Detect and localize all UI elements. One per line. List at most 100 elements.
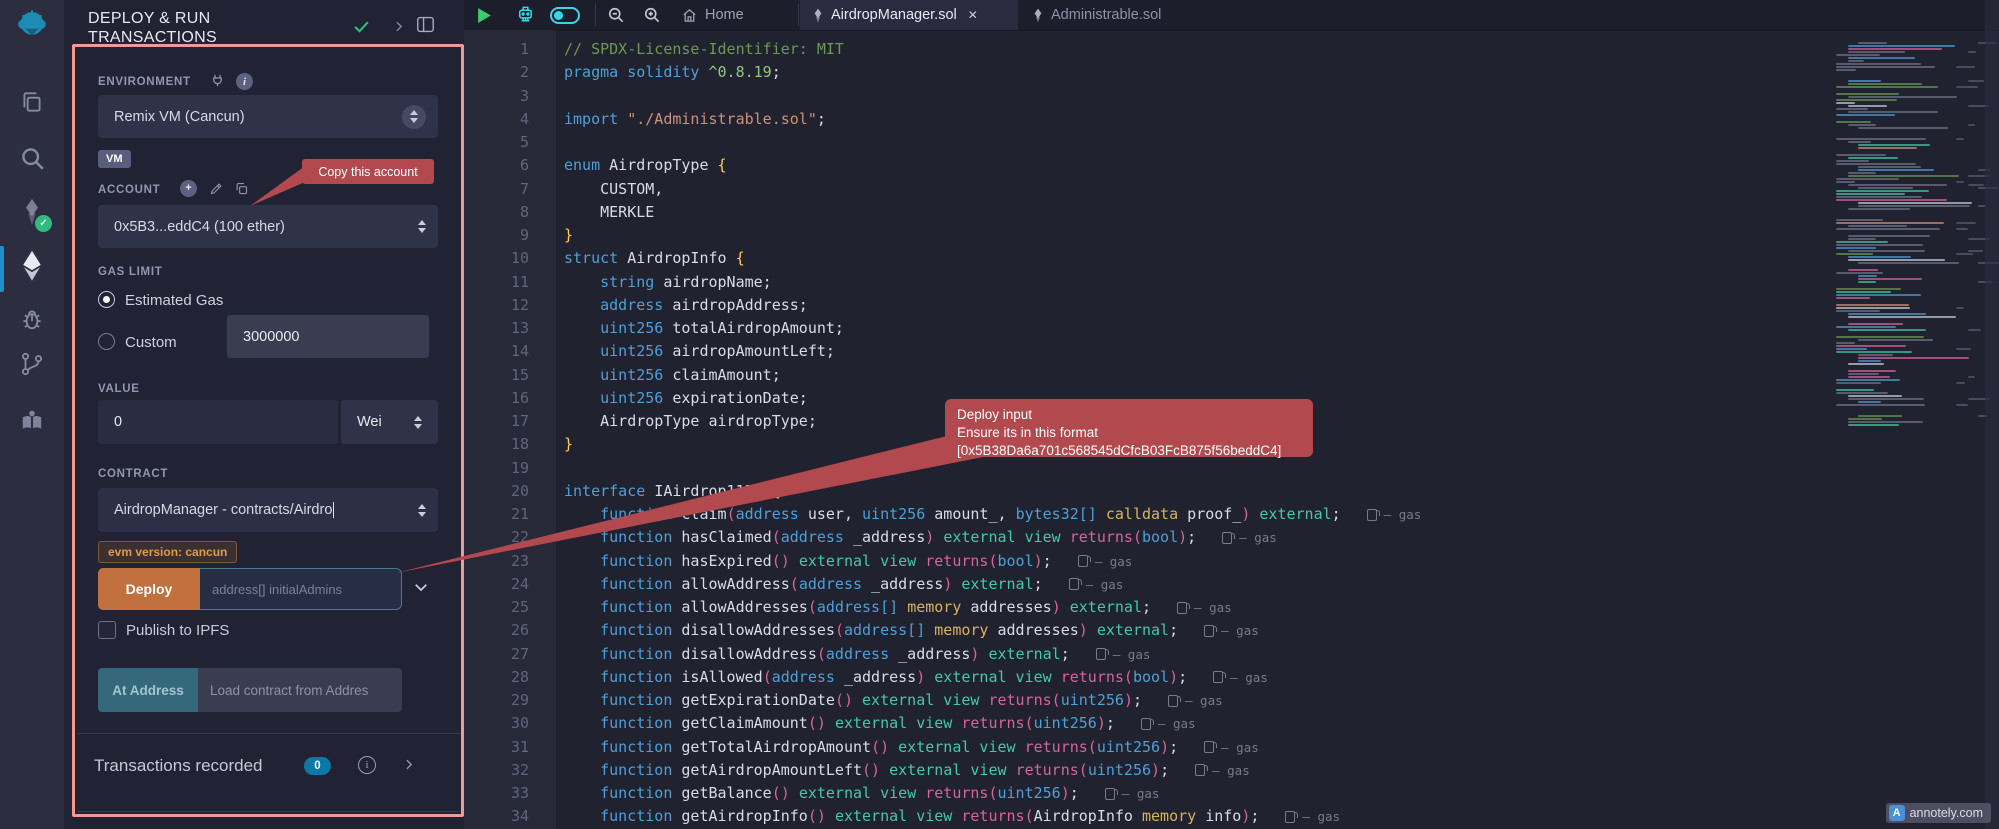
zoom-out-icon[interactable]	[606, 0, 626, 30]
tab-label: Home	[705, 7, 744, 23]
code-line: 30 function getClaimAmount() external vi…	[464, 712, 1839, 735]
zoom-in-icon[interactable]	[642, 0, 662, 30]
minimap[interactable]	[1832, 40, 1982, 430]
environment-stepper-icon[interactable]	[402, 105, 426, 129]
expand-params-chevron-icon[interactable]	[412, 578, 430, 596]
line-number: 13	[464, 317, 556, 340]
gas-estimate-hint: – gas	[1204, 736, 1259, 759]
at-address-button[interactable]: At Address	[98, 668, 198, 712]
code-line: 10struct AirdropInfo {	[464, 247, 1839, 270]
git-icon[interactable]	[19, 350, 45, 378]
contract-label: CONTRACT	[98, 468, 168, 480]
line-number: 14	[464, 340, 556, 363]
run-script-icon[interactable]	[477, 0, 492, 30]
gas-estimate-hint: – gas	[1141, 712, 1196, 735]
deploy-params-placeholder: address[] initialAdmins	[212, 582, 342, 597]
code-line: 1// SPDX-License-Identifier: MIT	[464, 38, 1839, 61]
deploy-params-input[interactable]: address[] initialAdmins	[200, 568, 402, 610]
unit-stepper-icon	[414, 416, 422, 429]
gas-estimate-hint: – gas	[1069, 573, 1124, 596]
text-cursor	[333, 502, 334, 518]
account-label: ACCOUNT	[98, 184, 160, 196]
close-tab-icon[interactable]: ✕	[968, 8, 978, 22]
code-line: 28 function isAllowed(address _address) …	[464, 666, 1839, 689]
collapse-chevron-icon[interactable]	[392, 20, 405, 38]
copy-account-icon[interactable]	[234, 181, 249, 196]
line-number: 24	[464, 573, 556, 596]
editor-tab[interactable]: Administrable.sol	[1020, 0, 1200, 30]
editor-tab[interactable]: AirdropManager.sol ✕	[800, 0, 1018, 30]
active-plugin-indicator	[0, 246, 4, 292]
line-number: 32	[464, 759, 556, 782]
annotation-deploy-input: Deploy input Ensure its in this format […	[945, 399, 1313, 457]
custom-gas-label: Custom	[125, 334, 177, 351]
custom-gas-input[interactable]: 3000000	[227, 315, 429, 358]
gas-pump-icon	[1367, 509, 1377, 521]
transactions-info-icon[interactable]	[358, 756, 376, 774]
gas-pump-icon	[1195, 764, 1205, 776]
publish-ipfs-checkbox[interactable]	[98, 621, 116, 639]
line-number: 1	[464, 38, 556, 61]
debugger-icon[interactable]	[19, 306, 45, 332]
code-line: 22 function hasClaimed(address _address)…	[464, 526, 1839, 549]
sign-message-icon[interactable]	[209, 181, 224, 196]
vm-badge: VM	[98, 150, 131, 168]
environment-select[interactable]: Remix VM (Cancun)	[98, 95, 438, 138]
code-line: 13 uint256 totalAirdropAmount;	[464, 317, 1839, 340]
contract-select[interactable]: AirdropManager - contracts/Airdro	[98, 488, 438, 532]
account-value: 0x5B3...eddC4 (100 ether)	[114, 219, 418, 235]
icon-rail: ✓	[0, 0, 64, 829]
at-address-placeholder: Load contract from Addres	[210, 683, 368, 698]
evm-version-badge: evm version: cancun	[98, 541, 237, 563]
annotation-line: Ensure its in this format	[957, 424, 1301, 442]
at-address-input[interactable]: Load contract from Addres	[198, 668, 402, 712]
line-number: 15	[464, 364, 556, 387]
line-number: 29	[464, 689, 556, 712]
add-account-icon[interactable]	[180, 180, 197, 197]
code-line: 14 uint256 airdropAmountLeft;	[464, 340, 1839, 363]
copilot-toggle[interactable]	[550, 0, 580, 30]
search-icon[interactable]	[18, 144, 47, 173]
gas-estimate-hint: – gas	[1096, 643, 1151, 666]
gas-pump-icon	[1285, 811, 1295, 823]
deploy-run-icon[interactable]	[18, 249, 46, 283]
annotation-copy-account: Copy this account	[302, 159, 434, 184]
code-line: 7 CUSTOM,	[464, 178, 1839, 201]
file-explorer-icon[interactable]	[19, 89, 45, 115]
line-number: 19	[464, 457, 556, 480]
code-line: 15 uint256 claimAmount;	[464, 364, 1839, 387]
gas-estimate-hint: – gas	[1177, 596, 1232, 619]
pin-panel-icon[interactable]	[416, 16, 435, 38]
gas-estimate-hint: – gas	[1168, 689, 1223, 712]
gas-estimate-hint: – gas	[1367, 503, 1422, 526]
plug-icon[interactable]	[210, 73, 225, 88]
environment-info-icon[interactable]	[236, 73, 253, 90]
line-number: 7	[464, 178, 556, 201]
account-select[interactable]: 0x5B3...eddC4 (100 ether)	[98, 205, 438, 248]
gas-pump-icon	[1105, 788, 1115, 800]
estimated-gas-label: Estimated Gas	[125, 292, 223, 309]
learneth-icon[interactable]	[18, 407, 46, 433]
editor-tab[interactable]: Home	[669, 0, 798, 30]
gas-estimate-hint: – gas	[1213, 666, 1268, 689]
code-line: 27 function disallowAddress(address _add…	[464, 643, 1839, 666]
tab-label: AirdropManager.sol	[831, 7, 957, 23]
transactions-expand-chevron-icon[interactable]	[402, 757, 415, 777]
value-input[interactable]: 0	[98, 400, 338, 444]
code-line: 29 function getExpirationDate() external…	[464, 689, 1839, 712]
ai-assistant-icon[interactable]	[514, 0, 537, 30]
custom-gas-radio[interactable]	[98, 333, 115, 350]
account-stepper-icon	[418, 220, 426, 233]
scrollbar[interactable]	[1985, 0, 1999, 829]
environment-label: ENVIRONMENT	[98, 76, 191, 88]
deploy-button[interactable]: Deploy	[98, 568, 200, 610]
code-line: 20interface IAirdrop1155 {	[464, 480, 1839, 503]
tab-label: Administrable.sol	[1051, 7, 1161, 23]
estimated-gas-radio[interactable]	[98, 291, 115, 308]
gas-estimate-hint: – gas	[1285, 805, 1340, 828]
transactions-recorded-label: Transactions recorded	[94, 756, 263, 776]
line-number: 23	[464, 550, 556, 573]
solidity-compiler-icon[interactable]: ✓	[19, 197, 45, 227]
home-icon	[681, 7, 698, 24]
value-unit-select[interactable]: Wei	[341, 400, 438, 444]
